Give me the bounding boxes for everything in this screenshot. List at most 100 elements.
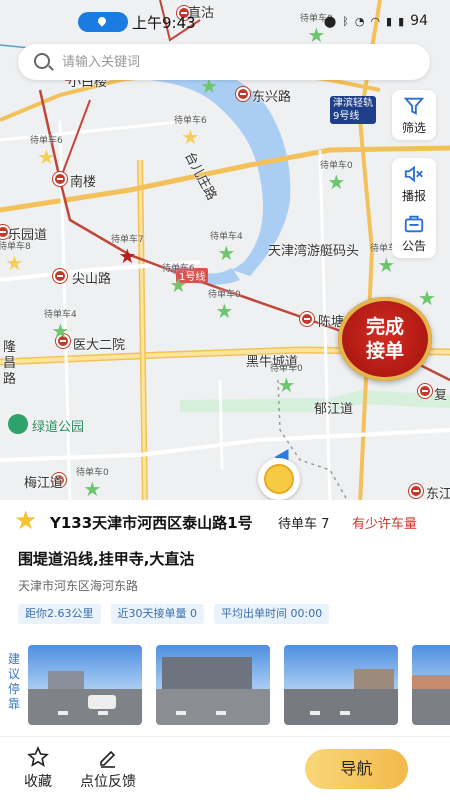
wifi-icon: ◠ bbox=[370, 14, 381, 28]
navigate-button[interactable]: 导航 bbox=[305, 749, 408, 789]
search-input[interactable] bbox=[62, 52, 402, 72]
bottom-action-bar: 收藏 点位反馈 导航 bbox=[0, 736, 450, 800]
map-label: 东兴路 bbox=[252, 90, 292, 105]
status-bar: 上午9:43 ⬤ ᛒ ◔ ◠ ▮ ▮ 94 bbox=[0, 0, 450, 44]
availability-status: 有少许车量 bbox=[352, 517, 418, 532]
search-icon bbox=[34, 53, 50, 69]
pin-green[interactable]: ★ bbox=[418, 288, 436, 308]
pin-0a[interactable]: 待单车0 ★ bbox=[320, 161, 353, 192]
favorite-label: 收藏 bbox=[24, 774, 52, 790]
filter-icon bbox=[403, 97, 425, 115]
feedback-button[interactable]: 点位反馈 bbox=[80, 745, 136, 791]
metro-station-icon bbox=[418, 384, 432, 398]
pin-4b[interactable]: 待单车4 ★ bbox=[44, 310, 77, 341]
pending-count: 待单车 7 bbox=[278, 517, 330, 532]
star-icon: ★ bbox=[51, 319, 70, 343]
map-label: 乐园道 bbox=[8, 228, 48, 243]
map-label: 复 bbox=[434, 388, 448, 403]
star-icon: ★ bbox=[5, 251, 24, 275]
map-label: 隆昌路 bbox=[3, 340, 17, 387]
map-label: 梅江道 bbox=[24, 476, 64, 491]
star-icon: ★ bbox=[277, 373, 296, 397]
metro-station-icon bbox=[53, 269, 67, 283]
map-label: 南楼 bbox=[70, 175, 97, 190]
metro-line-badge: 津滨轻轨9号线 bbox=[330, 96, 376, 124]
status-time: 上午9:43 bbox=[132, 14, 196, 32]
complete-order-label: 完成接单 bbox=[365, 316, 404, 362]
filter-button[interactable]: 筛选 bbox=[392, 90, 436, 140]
battery-icon: ▮ bbox=[398, 14, 405, 28]
pin-6a[interactable]: 待单车6 ★ bbox=[174, 116, 207, 147]
park-icon bbox=[8, 414, 28, 434]
map-label: 绿道公园 bbox=[32, 420, 85, 435]
star-outline-icon bbox=[27, 745, 49, 767]
complete-order-button[interactable]: 完成接单 bbox=[338, 297, 432, 381]
tools-panel: 播报 公告 bbox=[392, 158, 436, 258]
star-icon: ★ bbox=[118, 244, 137, 268]
star-icon: ★ bbox=[217, 241, 236, 265]
map-label: 郁江道 bbox=[314, 402, 354, 417]
star-icon: ★ bbox=[327, 170, 346, 194]
spot-info-panel: ★ Y133天津市河西区泰山路1号 待单车 7 有少许车量 围堤道沿线,挂甲寺,… bbox=[0, 500, 450, 800]
spot-address: 天津市河东区海河东路 bbox=[18, 579, 139, 593]
pencil-icon bbox=[100, 750, 116, 768]
metro-station-icon bbox=[300, 312, 314, 326]
map-label: 天津湾游艇码头 bbox=[268, 244, 360, 259]
map-view[interactable]: 直沽 小白楼 东兴路 南楼 台儿庄路 乐园道 尖山路 天津湾游艇码头 陈塘 医大… bbox=[0, 0, 450, 505]
map-label: 医大二院 bbox=[73, 338, 126, 353]
location-logo-icon bbox=[264, 464, 294, 494]
spot-name: Y133天津市河西区泰山路1号 bbox=[50, 514, 253, 532]
star-icon: ★ bbox=[37, 145, 56, 169]
feedback-label: 点位反馈 bbox=[80, 774, 136, 790]
battery-level: 94 bbox=[410, 13, 428, 29]
parking-photo[interactable] bbox=[28, 645, 142, 725]
speaker-mute-icon bbox=[404, 165, 423, 182]
metro-station-icon bbox=[409, 484, 423, 498]
avg-time-tag: 平均出单时间 00:00 bbox=[214, 604, 330, 624]
filter-panel: 筛选 bbox=[392, 90, 436, 140]
parking-photo[interactable] bbox=[412, 645, 450, 725]
star-icon: ★ bbox=[181, 125, 200, 149]
announcement-button[interactable]: 公告 bbox=[392, 208, 436, 258]
location-icon: ⬤ bbox=[323, 14, 337, 28]
recent-orders-tag: 近30天接单量 0 bbox=[110, 604, 204, 624]
star-icon: ★ bbox=[14, 506, 38, 536]
pin-0b[interactable]: 待单车0 ★ bbox=[208, 290, 241, 321]
road-names: 围堤道沿线,挂甲寺,大直沽 bbox=[18, 550, 195, 568]
distance-tag: 距你2.63公里 bbox=[18, 604, 101, 624]
announcement-icon bbox=[404, 215, 424, 232]
broadcast-button[interactable]: 播报 bbox=[392, 158, 436, 208]
status-icons: ⬤ ᛒ ◔ ◠ ▮ ▮ 94 bbox=[324, 13, 428, 29]
pin-8[interactable]: 待单车8 ★ bbox=[0, 242, 31, 273]
pin-7[interactable]: 待单车7 ★ bbox=[111, 235, 144, 266]
star-icon: ★ bbox=[83, 477, 102, 501]
pin-6b[interactable]: 待单车6 ★ bbox=[30, 136, 63, 167]
signal-icon: ▮ bbox=[386, 14, 393, 28]
parking-photo[interactable] bbox=[284, 645, 398, 725]
parking-photo[interactable] bbox=[156, 645, 270, 725]
metro-station-icon bbox=[53, 172, 67, 186]
pin-4a[interactable]: 待单车4 ★ bbox=[210, 232, 243, 263]
pin-6c[interactable]: 待单车6 ★ bbox=[162, 264, 195, 295]
pin-0c[interactable]: 待单车0 ★ bbox=[270, 364, 303, 395]
star-icon: ★ bbox=[377, 253, 396, 277]
current-location-marker[interactable] bbox=[258, 458, 300, 500]
announcement-label: 公告 bbox=[401, 238, 426, 253]
star-icon: ★ bbox=[215, 299, 234, 323]
star-icon: ★ bbox=[169, 273, 188, 297]
spot-title-row: ★ Y133天津市河西区泰山路1号 待单车 7 有少许车量 bbox=[0, 508, 450, 536]
search-bar[interactable] bbox=[18, 44, 430, 80]
mute-icon: ◔ bbox=[354, 14, 365, 28]
pin-0d[interactable]: 待单车0 ★ bbox=[76, 468, 109, 499]
star-icon: ★ bbox=[418, 286, 436, 310]
favorite-button[interactable]: 收藏 bbox=[24, 745, 52, 791]
filter-label: 筛选 bbox=[401, 120, 426, 135]
bluetooth-icon: ᛒ bbox=[342, 14, 349, 28]
location-pill-icon bbox=[78, 12, 128, 32]
metro-station-icon bbox=[236, 87, 250, 101]
broadcast-label: 播报 bbox=[401, 188, 426, 203]
map-label: 尖山路 bbox=[72, 272, 112, 287]
suggest-parking-label: 建议停靠 bbox=[7, 652, 20, 711]
stats-tags: 距你2.63公里 近30天接单量 0 平均出单时间 00:00 bbox=[18, 604, 330, 624]
photo-strip[interactable] bbox=[28, 645, 450, 727]
